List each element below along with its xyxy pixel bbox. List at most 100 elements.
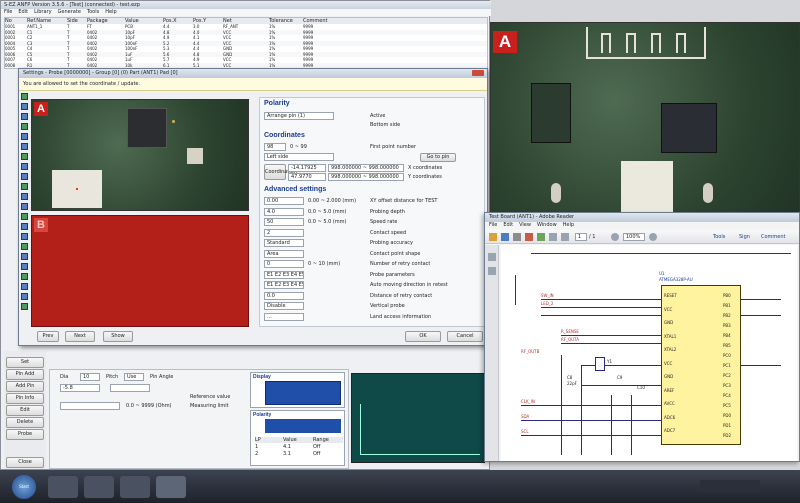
pin-add-button[interactable]: Pin Add: [6, 369, 44, 380]
advanced-value-field[interactable]: 0: [264, 260, 304, 268]
polarity-select[interactable]: Arrange pin (1): [264, 112, 334, 120]
start-field[interactable]: 98: [264, 143, 286, 151]
layer-icon[interactable]: [21, 243, 28, 250]
menu-library[interactable]: Library: [34, 9, 51, 16]
layer-icon[interactable]: [21, 213, 28, 220]
layer-icon[interactable]: [21, 223, 28, 230]
pdf-menu-window[interactable]: Window: [537, 222, 557, 229]
layer-icon[interactable]: [21, 303, 28, 310]
advanced-value-field[interactable]: 2: [264, 228, 304, 237]
page-up-icon[interactable]: [549, 233, 557, 241]
taskbar-app-icon[interactable]: [84, 476, 114, 498]
side-select[interactable]: Left side: [264, 153, 334, 161]
layer-icon[interactable]: [21, 133, 28, 140]
layer-icon[interactable]: [21, 233, 28, 240]
polarity-option-bottom[interactable]: Bottom side: [370, 122, 400, 128]
open-icon[interactable]: [489, 233, 497, 241]
menu-help[interactable]: Help: [105, 9, 116, 16]
advanced-value-field[interactable]: Area: [264, 249, 304, 258]
prev-button[interactable]: Prev: [37, 331, 59, 342]
tools-link[interactable]: Tools: [713, 234, 725, 240]
coordination-button[interactable]: Coordination: [264, 164, 297, 180]
menu-edit[interactable]: Edit: [18, 9, 28, 16]
advanced-value-field[interactable]: Standard: [264, 239, 304, 247]
page-field[interactable]: 1: [575, 233, 587, 241]
layer-icon[interactable]: [21, 183, 28, 190]
advanced-value-field[interactable]: 0.0: [264, 291, 304, 300]
start-button[interactable]: Start: [12, 475, 36, 499]
layer-icon[interactable]: [21, 103, 28, 110]
zoom-in-icon[interactable]: [649, 233, 657, 241]
taskbar-app-icon[interactable]: [120, 476, 150, 498]
zoom-out-icon[interactable]: [611, 233, 619, 241]
dia-field[interactable]: 10: [80, 373, 100, 381]
print-icon[interactable]: [513, 233, 521, 241]
chip-pin-label: PD1: [723, 423, 732, 428]
ok-button[interactable]: OK: [405, 331, 441, 342]
comment-link[interactable]: Comment: [761, 234, 786, 240]
grid-cell: Off: [313, 444, 321, 450]
sign-link[interactable]: Sign: [739, 234, 750, 240]
layer-icon[interactable]: [21, 123, 28, 130]
go-to-pin-button[interactable]: Go to pin: [420, 153, 456, 162]
attachments-icon[interactable]: [488, 267, 496, 275]
advanced-value-field[interactable]: 50: [264, 218, 304, 226]
pitch-field[interactable]: Use: [124, 373, 144, 381]
layer-icon[interactable]: [21, 193, 28, 200]
save-icon[interactable]: [501, 233, 509, 241]
pdf-menu-edit[interactable]: Edit: [503, 222, 513, 229]
layer-icon[interactable]: [21, 153, 28, 160]
menu-generate[interactable]: Generate: [58, 9, 81, 16]
chip-pin-label: ADC6: [664, 414, 676, 420]
zoom-field[interactable]: 100%: [623, 233, 645, 241]
measuring-field[interactable]: [60, 402, 120, 410]
pdf-menu-file[interactable]: File: [489, 222, 497, 229]
page-down-icon[interactable]: [561, 233, 569, 241]
edit-button[interactable]: Edit: [6, 405, 44, 416]
advanced-value-field[interactable]: E1 E2 E3 E4 E5: [264, 281, 304, 289]
close-button[interactable]: Close: [6, 457, 44, 468]
next-button[interactable]: Next: [65, 331, 95, 342]
advanced-value-field[interactable]: 4.0: [264, 207, 304, 216]
layer-icon[interactable]: [21, 273, 28, 280]
chip-pin-label: PB3: [723, 323, 731, 328]
layer-icon[interactable]: [21, 113, 28, 120]
advanced-value-field[interactable]: ...: [264, 312, 304, 321]
advanced-value-field[interactable]: Disable: [264, 302, 304, 310]
layer-icon[interactable]: [21, 263, 28, 270]
probe-button[interactable]: Probe: [6, 429, 44, 440]
cancel-button[interactable]: Cancel: [447, 331, 483, 342]
add-pin-button[interactable]: Add Pin: [6, 381, 44, 392]
pages-panel-icon[interactable]: [488, 253, 496, 261]
show-button[interactable]: Show: [103, 331, 133, 342]
mail-icon[interactable]: [537, 233, 545, 241]
advanced-value-field[interactable]: E1 E2 E3 E4 E5: [264, 270, 304, 279]
info-banner-text: You are allowed to set the coordinate / …: [23, 81, 141, 87]
layer-icon[interactable]: [21, 253, 28, 260]
layer-icon[interactable]: [21, 283, 28, 290]
taskbar-app-icon[interactable]: [156, 476, 186, 498]
close-icon[interactable]: [472, 70, 484, 76]
angle-field[interactable]: -5.8: [60, 384, 100, 392]
pin-info-button[interactable]: Pin Info: [6, 393, 44, 404]
advanced-value-field[interactable]: 0.00: [264, 197, 304, 205]
layer-icon[interactable]: [21, 163, 28, 170]
polarity-option-top[interactable]: Active: [370, 113, 385, 119]
menu-file[interactable]: File: [4, 9, 12, 16]
menu-tools[interactable]: Tools: [87, 9, 99, 16]
layer-icon[interactable]: [21, 173, 28, 180]
layer-icon[interactable]: [21, 293, 28, 300]
coord-y-field[interactable]: 47.9770: [288, 173, 326, 181]
taskbar-app-icon[interactable]: [48, 476, 78, 498]
measuring-limit-label: Measuring limit: [190, 403, 229, 409]
layer-icon[interactable]: [21, 143, 28, 150]
pdf-menu-view[interactable]: View: [519, 222, 531, 229]
delete-button[interactable]: Delete: [6, 417, 44, 428]
pdf-icon[interactable]: [525, 233, 533, 241]
coord-x-field[interactable]: -14.17925: [288, 164, 326, 172]
layer-icon[interactable]: [21, 93, 28, 100]
layer-icon[interactable]: [21, 203, 28, 210]
reference-field[interactable]: [110, 384, 150, 392]
set-button[interactable]: Set: [6, 357, 44, 368]
pdf-menu-help[interactable]: Help: [563, 222, 574, 229]
